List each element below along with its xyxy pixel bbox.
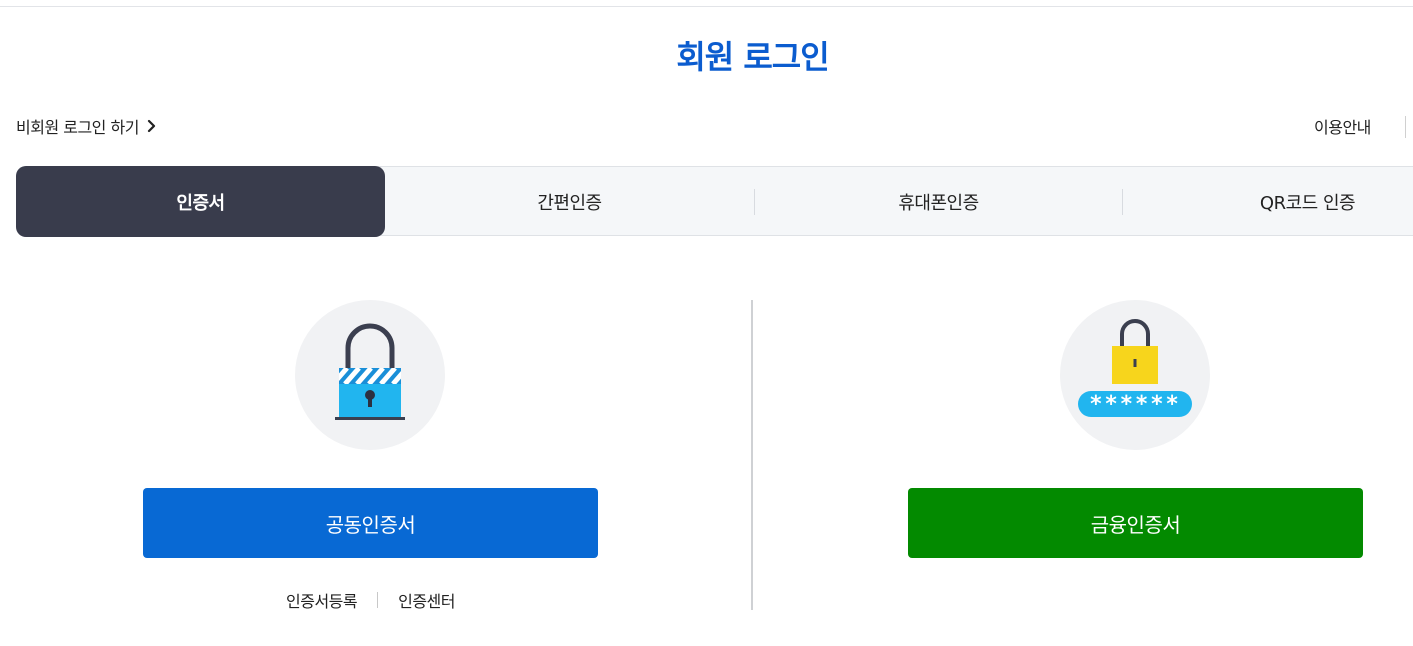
certificate-icon-circle [295,300,445,450]
guest-login-link[interactable]: 비회원 로그인 하기 [16,114,159,138]
top-divider [0,6,1413,7]
joint-certificate-button[interactable]: 공동인증서 [143,488,598,558]
login-page: 회원 로그인 비회원 로그인 하기 이용안내 인증서 간편인증 휴대폰인증 QR… [0,0,1413,646]
link-separator [377,592,379,608]
usage-guide-link[interactable]: 이용안내 [1314,114,1371,138]
panel-divider [751,300,753,610]
usage-guide-separator [1405,116,1406,138]
password-mask-text: ****** [1089,392,1180,417]
page-title: 회원 로그인 [676,38,829,76]
certificate-sub-links: 인증서등록 인증센터 [143,588,598,612]
financial-certificate-lock-icon: ****** [1078,319,1192,417]
chevron-right-icon [147,119,156,133]
financial-icon-circle: ****** [1060,300,1210,450]
certificate-lock-icon [335,323,405,420]
login-method-tabs: 인증서 간편인증 휴대폰인증 QR코드 인증 [16,166,1413,237]
tab-qr-auth[interactable]: QR코드 인증 [1123,167,1413,237]
tab-simple-auth[interactable]: 간편인증 [385,167,754,237]
certificate-center-link[interactable]: 인증센터 [398,588,455,612]
register-certificate-link[interactable]: 인증서등록 [286,588,358,612]
tab-mobile-auth[interactable]: 휴대폰인증 [754,167,1123,237]
tab-certificate[interactable]: 인증서 [16,166,385,237]
guest-login-label: 비회원 로그인 하기 [16,118,139,137]
financial-certificate-button[interactable]: 금융인증서 [908,488,1363,558]
